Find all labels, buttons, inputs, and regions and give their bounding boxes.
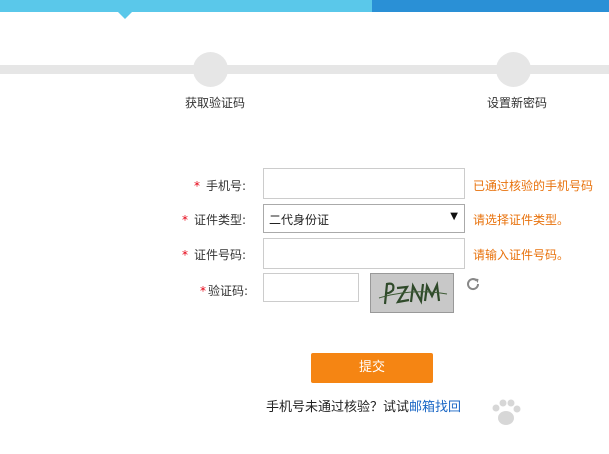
step-2-circle [496,52,531,87]
id-type-hint: 请选择证件类型。 [473,213,570,227]
id-type-select[interactable]: 二代身份证 ▼ [263,204,465,233]
captcha-graphic [378,281,448,305]
id-number-input[interactable] [263,238,465,269]
refresh-glyph [467,278,480,291]
id-type-label: * 证件类型: [182,213,247,227]
phone-hint: 已通过核验的手机号码 [473,179,594,193]
required-mark: * [200,284,206,298]
required-mark: * [194,179,200,193]
footer-prompt: 手机号未通过核验？试试 [266,400,410,415]
progress-bar-completed [0,0,372,12]
submit-button[interactable]: 提交 [311,353,433,383]
phone-input[interactable] [263,168,465,199]
caret-down-icon: ▼ [450,211,458,222]
id-number-hint: 请输入证件号码。 [473,248,570,262]
captcha-input[interactable] [263,273,359,302]
step-1-circle [193,52,228,87]
progress-bar-remaining [372,0,609,12]
watermark-logo [492,399,521,425]
captcha-image[interactable] [370,273,454,313]
id-number-label: * 证件号码: [182,248,247,262]
step-1-label: 获取验证码 [185,96,246,110]
step-2-label: 设置新密码 [487,96,548,110]
current-step-pointer [118,12,132,19]
email-recovery-link[interactable]: 邮箱找回 [409,400,461,415]
refresh-icon[interactable] [465,276,481,296]
phone-label: * 手机号: [194,179,247,193]
required-mark: * [182,213,188,227]
required-mark: * [182,248,188,262]
footer-recovery-line: 手机号未通过核验？试试邮箱找回 [266,396,461,415]
captcha-label: * 验证码: [200,284,249,298]
id-type-selected-value: 二代身份证 [269,213,330,227]
